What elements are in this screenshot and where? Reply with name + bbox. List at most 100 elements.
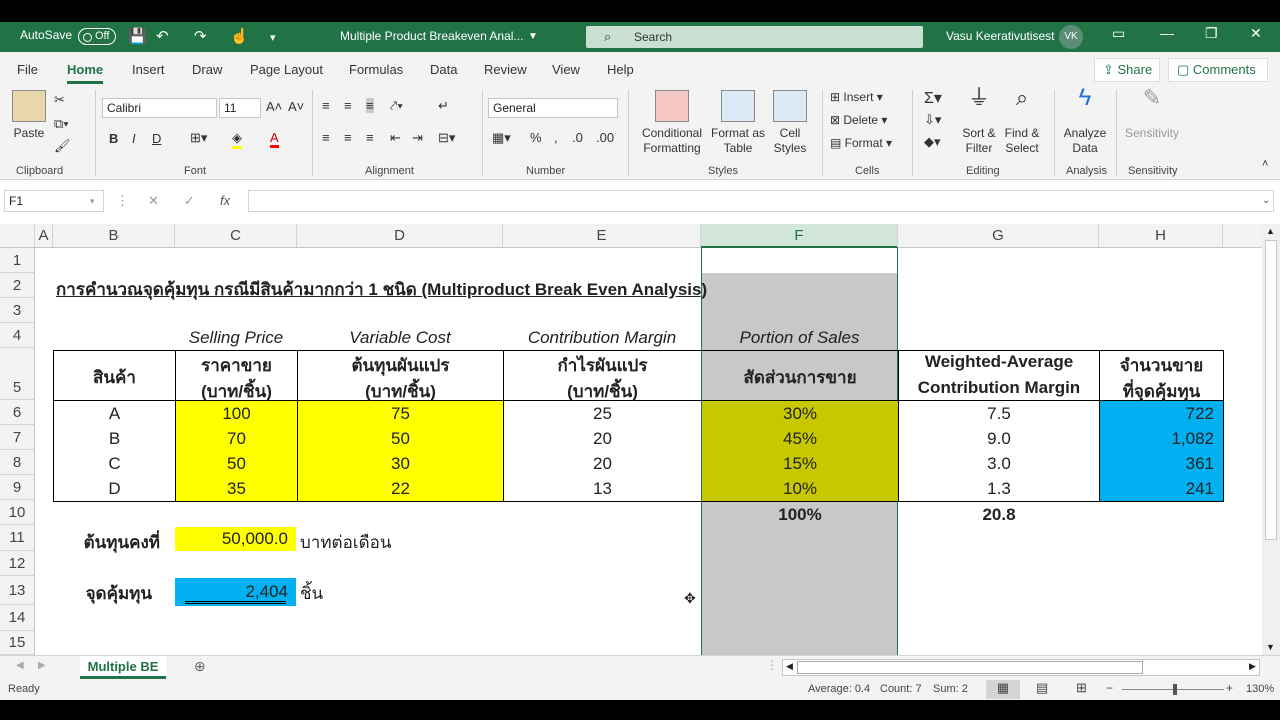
vertical-scroll-thumb[interactable]	[1265, 240, 1277, 540]
comments-button[interactable]: ▢ Comments	[1168, 58, 1268, 82]
fill-icon[interactable]: ⇩▾	[924, 112, 941, 128]
format-cells-button[interactable]: ▤ Format ▾	[830, 136, 892, 150]
orientation-icon[interactable]: ⤤▾	[390, 98, 403, 114]
align-left-icon[interactable]: ≡	[322, 130, 330, 145]
status-sum[interactable]: Sum: 2	[933, 683, 968, 695]
avatar[interactable]: VK	[1059, 25, 1083, 49]
undo-icon[interactable]: ↶	[156, 27, 169, 45]
product-a[interactable]: A	[54, 404, 175, 424]
zoom-level[interactable]: 130%	[1246, 683, 1274, 695]
align-center-icon[interactable]: ≡	[344, 130, 352, 145]
sort-filter-button[interactable]: ⏚ Sort & Filter	[958, 87, 1000, 156]
vc-b[interactable]: 50	[298, 429, 503, 449]
horizontal-scroll-thumb[interactable]	[797, 661, 1143, 674]
prev-sheet-icon[interactable]: ◀	[16, 660, 24, 671]
horizontal-scrollbar[interactable]: ◀ ▶	[782, 659, 1260, 676]
column-header-e[interactable]: E	[503, 224, 701, 248]
column-header-a[interactable]: A	[35, 224, 53, 248]
column-header-g[interactable]: G	[898, 224, 1099, 248]
units-b[interactable]: 1,082	[1100, 429, 1214, 449]
vc-d[interactable]: 22	[298, 479, 503, 499]
wacm-d[interactable]: 1.3	[899, 479, 1099, 499]
tab-page-layout[interactable]: Page Layout	[250, 62, 323, 77]
subheader-selling-price[interactable]: Selling Price	[175, 328, 297, 348]
close-icon[interactable]: ✕	[1250, 25, 1262, 42]
font-color-icon[interactable]: A	[270, 130, 279, 148]
name-box-dropdown-icon[interactable]: ▾	[90, 196, 95, 207]
tab-data[interactable]: Data	[430, 62, 457, 77]
customize-qat-icon[interactable]: ▾	[270, 31, 276, 44]
status-average[interactable]: Average: 0.4	[808, 683, 870, 695]
vc-c[interactable]: 30	[298, 454, 503, 474]
portion-b[interactable]: 45%	[702, 429, 898, 449]
row-header-13[interactable]: 13	[0, 576, 35, 605]
insert-function-icon[interactable]: fx	[220, 193, 230, 208]
page-layout-view-icon[interactable]: ▤	[1036, 680, 1048, 696]
percent-style-icon[interactable]: %	[530, 130, 542, 145]
wacm-b[interactable]: 9.0	[899, 429, 1099, 449]
wacm-a[interactable]: 7.5	[899, 404, 1099, 424]
minimize-icon[interactable]: —	[1160, 25, 1174, 41]
price-b[interactable]: 70	[176, 429, 297, 449]
fixed-cost-value[interactable]: 50,000.0	[175, 527, 296, 551]
page-break-view-icon[interactable]: ⊞	[1076, 680, 1087, 696]
header-wacm-2[interactable]: Contribution Margin	[899, 378, 1099, 398]
increase-decimal-icon[interactable]: .0	[572, 130, 583, 145]
enter-icon[interactable]: ✓	[184, 193, 195, 209]
fixed-cost-unit[interactable]: บาทต่อเดือน	[300, 529, 391, 556]
cancel-icon[interactable]: ✕	[148, 193, 159, 209]
ribbon-display-icon[interactable]: ▭	[1112, 25, 1125, 42]
subheader-contribution-margin[interactable]: Contribution Margin	[503, 328, 701, 348]
formula-input[interactable]	[248, 190, 1274, 212]
find-select-button[interactable]: ⌕ Find & Select	[1000, 87, 1044, 156]
row-header-7[interactable]: 7	[0, 425, 35, 450]
align-bottom-icon[interactable]: ≡	[366, 98, 374, 113]
header-portion[interactable]: สัดส่วนการขาย	[702, 364, 898, 391]
decrease-font-icon[interactable]: A˅	[288, 99, 304, 114]
delete-cells-button[interactable]: ⊠ Delete ▾	[830, 113, 887, 127]
row-header-15[interactable]: 15	[0, 631, 35, 655]
price-c[interactable]: 50	[176, 454, 297, 474]
portion-total[interactable]: 100%	[702, 505, 898, 525]
header-price-1[interactable]: ราคาขาย	[176, 352, 297, 379]
active-cell-f1[interactable]	[702, 248, 897, 273]
header-vc-1[interactable]: ต้นทุนผันแปร	[298, 352, 503, 379]
scroll-right-icon[interactable]: ▶	[1249, 661, 1256, 672]
product-c[interactable]: C	[54, 454, 175, 474]
cm-d[interactable]: 13	[504, 479, 701, 499]
decrease-decimal-icon[interactable]: .00	[596, 130, 614, 145]
zoom-in-icon[interactable]: +	[1226, 681, 1233, 695]
touch-mode-icon[interactable]: ☝	[230, 27, 249, 45]
scroll-up-icon[interactable]: ▲	[1266, 226, 1275, 236]
header-wacm-1[interactable]: Weighted-Average	[899, 352, 1099, 372]
product-b[interactable]: B	[54, 429, 175, 449]
number-format-combo[interactable]: General	[488, 98, 618, 118]
fixed-cost-label[interactable]: ต้นทุนคงที่	[54, 529, 160, 556]
tab-insert[interactable]: Insert	[132, 62, 165, 77]
expand-formula-icon[interactable]: ⌄	[1262, 195, 1270, 206]
row-header-8[interactable]: 8	[0, 450, 35, 475]
clear-icon[interactable]: ◆▾	[924, 134, 941, 150]
header-units-1[interactable]: จำนวนขาย	[1100, 352, 1223, 379]
user-name[interactable]: Vasu Keerativutisest	[946, 29, 1055, 43]
wacm-c[interactable]: 3.0	[899, 454, 1099, 474]
format-painter-icon[interactable]: 🖌	[54, 138, 71, 154]
bold-button[interactable]: B	[109, 131, 118, 146]
format-as-table-button[interactable]: Format as Table	[710, 90, 766, 156]
insert-cells-button[interactable]: ⊞ Insert ▾	[830, 90, 883, 104]
document-title[interactable]: Multiple Product Breakeven Anal...	[340, 29, 523, 43]
scroll-left-icon[interactable]: ◀	[786, 661, 793, 672]
cell-styles-button[interactable]: Cell Styles	[768, 90, 812, 156]
wrap-text-icon[interactable]: ↵	[438, 98, 449, 114]
align-right-icon[interactable]: ≡	[366, 130, 374, 145]
title-dropdown-icon[interactable]: ▼	[528, 31, 538, 42]
portion-a[interactable]: 30%	[702, 404, 898, 424]
font-size-combo[interactable]: 11	[219, 98, 261, 118]
redo-icon[interactable]: ↷	[194, 27, 207, 45]
zoom-out-icon[interactable]: −	[1106, 681, 1113, 695]
tab-home[interactable]: Home	[67, 62, 104, 84]
comma-style-icon[interactable]: ,	[554, 130, 558, 145]
units-a[interactable]: 722	[1100, 404, 1214, 424]
vertical-scrollbar[interactable]: ▲ ▼	[1262, 224, 1280, 655]
row-header-4[interactable]: 4	[0, 323, 35, 348]
